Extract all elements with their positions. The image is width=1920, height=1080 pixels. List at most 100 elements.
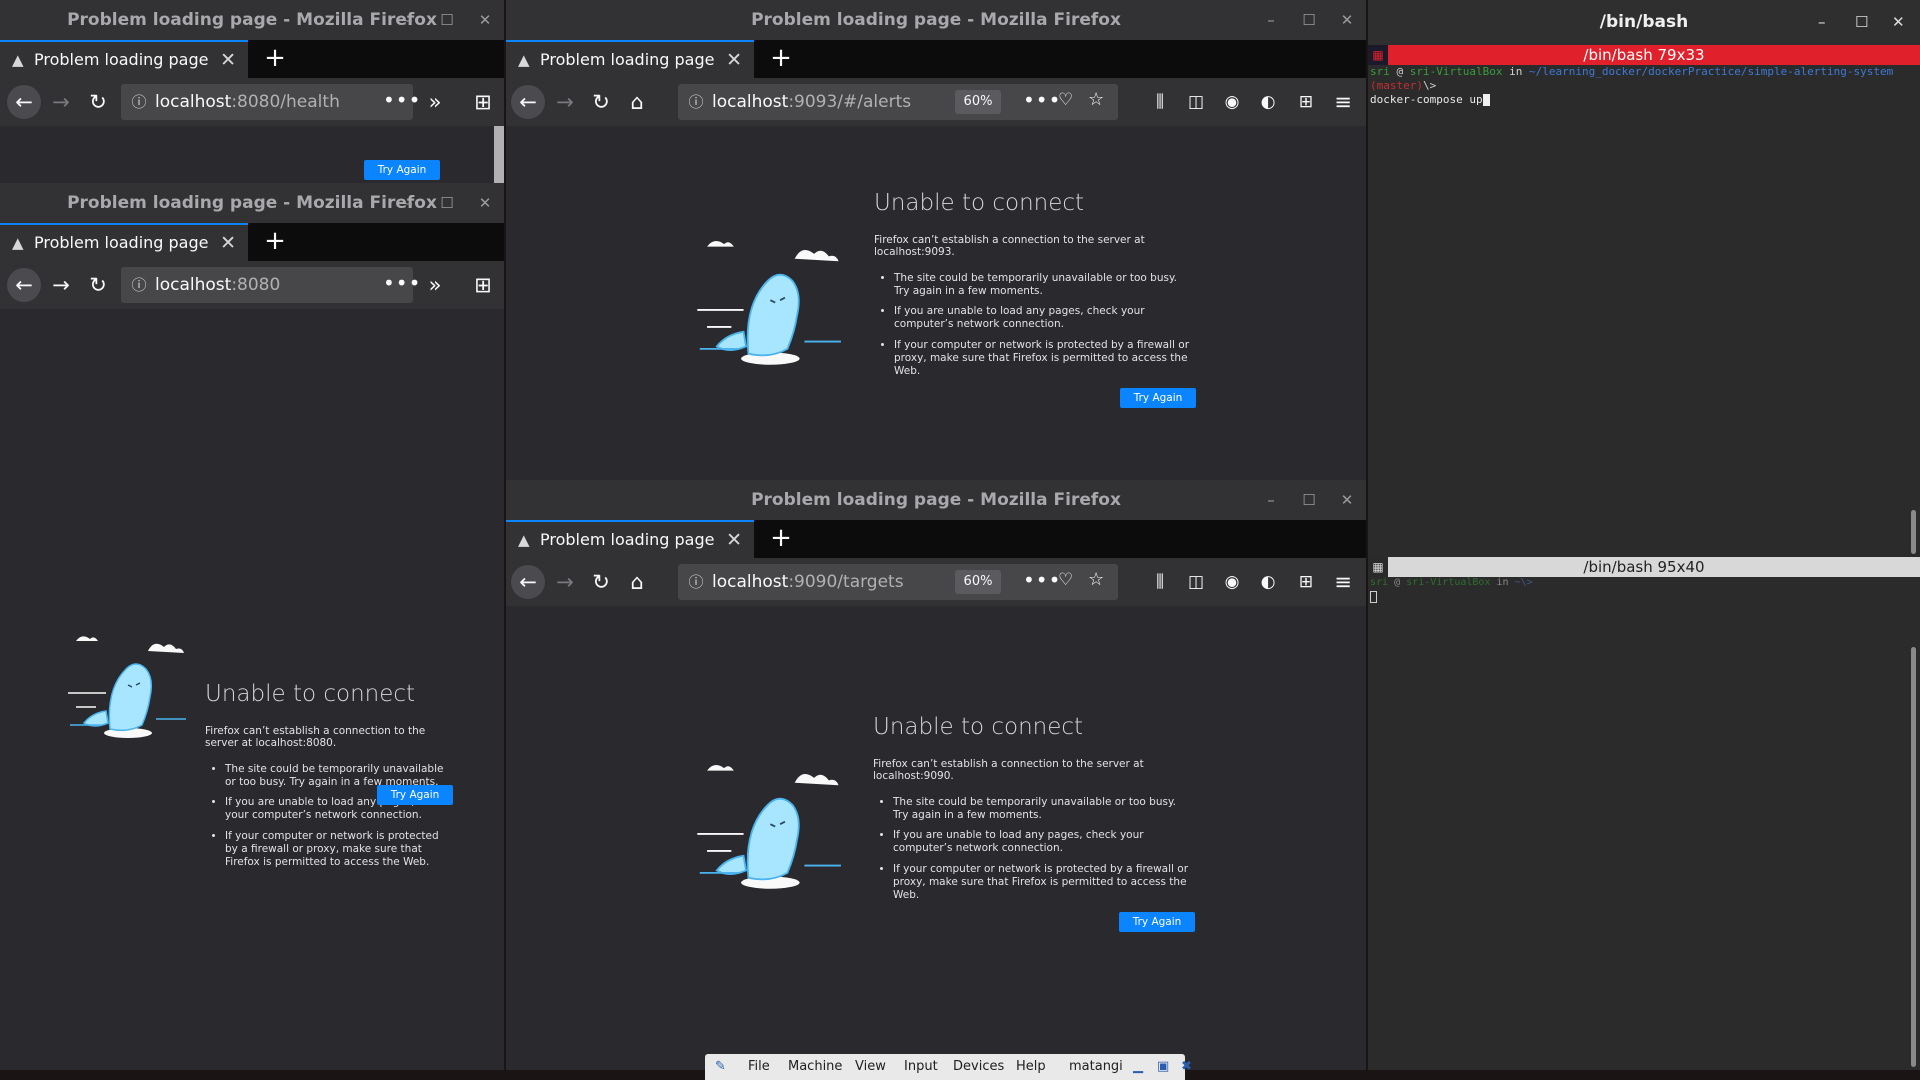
menu-help[interactable]: Help: [1016, 1054, 1046, 1080]
maximize-button[interactable]: ☐: [428, 0, 466, 40]
account-icon[interactable]: ◉: [1215, 85, 1249, 119]
overflow-chevron-icon[interactable]: »: [418, 268, 452, 302]
zoom-level[interactable]: 60%: [955, 570, 1001, 594]
zoom-level[interactable]: 60%: [955, 90, 1001, 114]
new-tab-button[interactable]: +: [260, 223, 290, 261]
new-tab-button[interactable]: +: [766, 40, 796, 78]
pane-grid-icon[interactable]: ▦: [1368, 557, 1388, 577]
info-icon[interactable]: ⓘ: [129, 84, 149, 120]
tab-problem-loading[interactable]: ▲ Problem loading page ✕: [0, 40, 248, 78]
extensions-icon[interactable]: ⊞: [466, 85, 500, 119]
menu-icon[interactable]: ≡: [1326, 565, 1360, 599]
new-tab-button[interactable]: +: [260, 40, 290, 78]
close-button[interactable]: ✕: [1328, 0, 1366, 40]
reload-icon[interactable]: ↻: [584, 85, 618, 119]
home-icon[interactable]: ⌂: [620, 85, 654, 119]
back-icon[interactable]: ←: [511, 85, 545, 119]
pocket-icon[interactable]: ♡: [1058, 564, 1074, 596]
close-button[interactable]: ✕: [1892, 0, 1905, 45]
forward-icon[interactable]: →: [548, 85, 582, 119]
page-actions-icon[interactable]: •••: [383, 267, 421, 299]
close-tab-icon[interactable]: ✕: [220, 225, 236, 261]
bookmark-star-icon[interactable]: ☆: [1088, 564, 1105, 596]
menu-file[interactable]: File: [748, 1054, 770, 1080]
url-text[interactable]: localhost:8080: [155, 267, 280, 303]
try-again-button[interactable]: Try Again: [364, 160, 440, 180]
try-again-button[interactable]: Try Again: [1119, 912, 1195, 932]
url-text[interactable]: localhost:9090/targets: [712, 564, 904, 600]
extensions-icon[interactable]: ⊞: [1289, 85, 1323, 119]
minimize-button[interactable]: –: [1818, 0, 1826, 45]
scrollbar[interactable]: [494, 126, 504, 183]
try-again-button[interactable]: Try Again: [1120, 388, 1196, 408]
info-icon[interactable]: ⓘ: [686, 564, 706, 600]
sidebar-icon[interactable]: ◫: [1179, 85, 1213, 119]
forward-icon[interactable]: →: [44, 85, 78, 119]
reload-icon[interactable]: ↻: [81, 85, 115, 119]
close-button[interactable]: ✕: [466, 183, 504, 223]
url-text[interactable]: localhost:9093/#/alerts: [712, 84, 911, 120]
url-bar[interactable]: ⓘ localhost:9090/targets 60% ••• ♡ ☆: [678, 564, 1118, 600]
maximize-button[interactable]: ☐: [1855, 0, 1868, 45]
tab-problem-loading[interactable]: ▲ Problem loading page ✕: [0, 223, 248, 261]
extensions-icon[interactable]: ⊞: [466, 268, 500, 302]
pin-icon[interactable]: ✎: [715, 1054, 726, 1080]
minimize-vm-icon[interactable]: ▁: [1133, 1054, 1143, 1080]
maximize-button[interactable]: ☐: [1290, 0, 1328, 40]
info-icon[interactable]: ⓘ: [686, 84, 706, 120]
pocket-icon[interactable]: ♡: [1058, 84, 1074, 116]
firefox-logo-icon[interactable]: ◐: [1251, 565, 1285, 599]
maximize-button[interactable]: ☐: [428, 183, 466, 223]
close-tab-icon[interactable]: ✕: [726, 42, 742, 78]
extensions-icon[interactable]: ⊞: [1289, 565, 1323, 599]
menu-view[interactable]: View: [855, 1054, 886, 1080]
page-actions-icon[interactable]: •••: [1023, 84, 1061, 116]
scrollbar[interactable]: [1911, 647, 1916, 1067]
menu-icon[interactable]: ≡: [1326, 85, 1360, 119]
url-bar[interactable]: ⓘ localhost:9093/#/alerts 60% ••• ♡ ☆: [678, 84, 1118, 120]
back-icon[interactable]: ←: [7, 268, 41, 302]
forward-icon[interactable]: →: [548, 565, 582, 599]
back-icon[interactable]: ←: [7, 85, 41, 119]
forward-icon[interactable]: →: [44, 268, 78, 302]
close-button[interactable]: ✕: [1328, 480, 1366, 520]
url-bar[interactable]: ⓘ localhost:8080 •••: [121, 267, 420, 303]
terminal-pane-bottom[interactable]: /bin/bash 95x40 ▦ sri @ sri-VirtualBox i…: [1368, 557, 1920, 1070]
tab-problem-loading[interactable]: ▲ Problem loading page ✕: [506, 520, 754, 558]
window-mode-icon[interactable]: ▣: [1157, 1054, 1169, 1080]
url-bar[interactable]: ⓘ localhost:8080/health •••: [121, 84, 420, 120]
pane-grid-icon[interactable]: ▦: [1368, 45, 1388, 65]
account-icon[interactable]: ◉: [1215, 565, 1249, 599]
url-text[interactable]: localhost:8080/health: [155, 84, 340, 120]
page-actions-icon[interactable]: •••: [383, 84, 421, 116]
back-icon[interactable]: ←: [511, 565, 545, 599]
library-icon[interactable]: ⫼: [1143, 565, 1177, 599]
close-tab-icon[interactable]: ✕: [726, 522, 742, 558]
scrollbar[interactable]: [1911, 510, 1916, 554]
tab-problem-loading[interactable]: ▲ Problem loading page ✕: [506, 40, 754, 78]
minimize-button[interactable]: –: [1252, 480, 1290, 520]
reload-icon[interactable]: ↻: [584, 565, 618, 599]
minimize-button[interactable]: –: [390, 183, 428, 223]
terminal-pane-top[interactable]: /bin/bash 79x33 ▦ sri @ sri-VirtualBox i…: [1368, 45, 1920, 558]
menu-devices[interactable]: Devices: [953, 1054, 1004, 1080]
sidebar-icon[interactable]: ◫: [1179, 565, 1213, 599]
try-again-button[interactable]: Try Again: [377, 785, 453, 805]
menu-input[interactable]: Input: [904, 1054, 938, 1080]
reload-icon[interactable]: ↻: [81, 268, 115, 302]
minimize-button[interactable]: –: [1252, 0, 1290, 40]
new-tab-button[interactable]: +: [766, 520, 796, 558]
minimize-button[interactable]: –: [390, 0, 428, 40]
menu-machine[interactable]: Machine: [788, 1054, 842, 1080]
home-icon[interactable]: ⌂: [620, 565, 654, 599]
maximize-button[interactable]: ☐: [1290, 480, 1328, 520]
close-tab-icon[interactable]: ✕: [220, 42, 236, 78]
firefox-logo-icon[interactable]: ◐: [1251, 85, 1285, 119]
close-vm-icon[interactable]: ✖: [1181, 1054, 1192, 1080]
overflow-chevron-icon[interactable]: »: [418, 85, 452, 119]
bookmark-star-icon[interactable]: ☆: [1088, 84, 1105, 116]
info-icon[interactable]: ⓘ: [129, 267, 149, 303]
library-icon[interactable]: ⫼: [1143, 85, 1177, 119]
page-actions-icon[interactable]: •••: [1023, 564, 1061, 596]
close-button[interactable]: ✕: [466, 0, 504, 40]
